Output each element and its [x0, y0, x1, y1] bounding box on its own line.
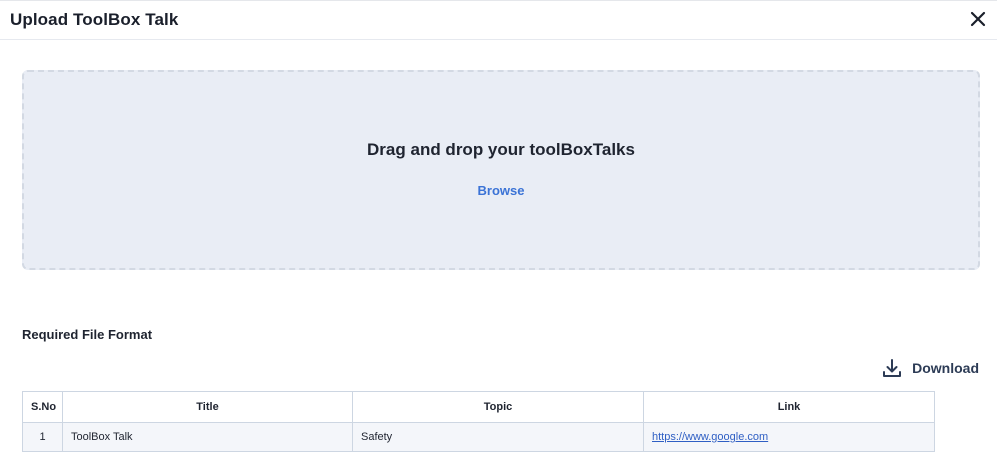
required-file-format-label: Required File Format: [22, 327, 153, 342]
dialog-header: Upload ToolBox Talk: [0, 1, 997, 40]
download-icon: [883, 359, 902, 377]
dialog-title: Upload ToolBox Talk: [10, 10, 179, 29]
table-row: 1 ToolBox Talk Safety https://www.google…: [22, 422, 935, 452]
cell-title: ToolBox Talk: [62, 422, 353, 452]
column-header-topic: Topic: [352, 391, 644, 423]
cell-topic: Safety: [352, 422, 644, 452]
column-header-title: Title: [62, 391, 353, 423]
upload-toolbox-talk-dialog: Upload ToolBox Talk Drag and drop your t…: [0, 0, 997, 467]
browse-link[interactable]: Browse: [478, 183, 525, 198]
file-format-table: S.No Title Topic Link 1 ToolBox Talk Saf…: [22, 391, 935, 452]
column-header-link: Link: [643, 391, 935, 423]
close-icon: [970, 11, 986, 27]
cell-sno: 1: [22, 422, 63, 452]
column-header-sno: S.No: [22, 391, 63, 423]
dropzone-prompt: Drag and drop your toolBoxTalks: [367, 140, 635, 159]
file-dropzone[interactable]: Drag and drop your toolBoxTalks Browse: [22, 70, 980, 270]
close-button[interactable]: [969, 10, 987, 28]
download-button[interactable]: Download: [882, 356, 979, 380]
link-url[interactable]: https://www.google.com: [652, 431, 768, 443]
cell-link: https://www.google.com: [643, 422, 935, 452]
download-label: Download: [912, 360, 979, 376]
table-header-row: S.No Title Topic Link: [22, 391, 935, 423]
